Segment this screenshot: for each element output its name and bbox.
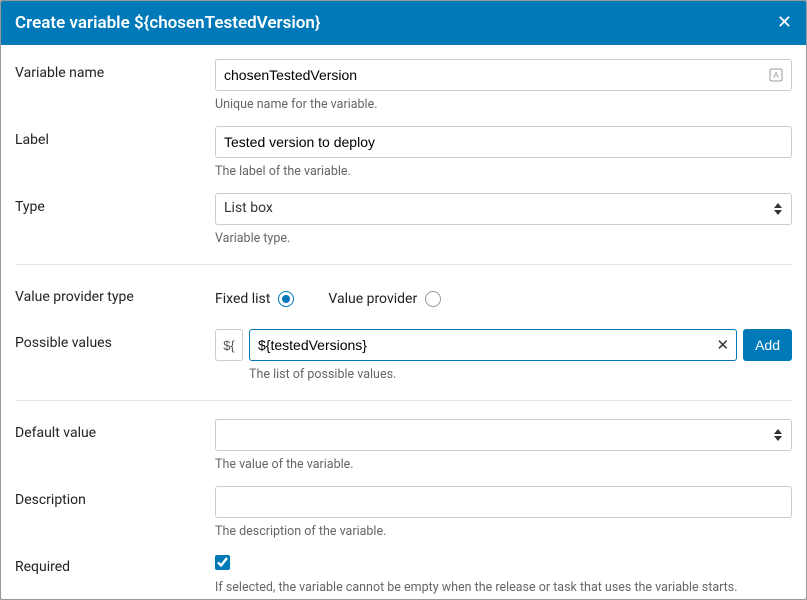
field-required: If selected, the variable cannot be empt… (215, 553, 792, 595)
radio-fixed-list[interactable]: Fixed list (215, 291, 294, 307)
possible-values-controls: ${ ✕ Add (215, 329, 792, 361)
field-description: The description of the variable. (215, 486, 792, 539)
dialog-title-bar: Create variable ${chosenTestedVersion} ✕ (1, 1, 806, 45)
possible-values-input-wrap: ✕ (249, 329, 737, 361)
label-required: Required (15, 553, 215, 595)
default-value-select[interactable] (215, 419, 792, 451)
row-required: Required If selected, the variable canno… (15, 553, 792, 595)
help-label: The label of the variable. (215, 164, 792, 179)
type-select[interactable]: List box (215, 193, 792, 225)
field-possible-values: ${ ✕ Add The list of possible values. (215, 329, 792, 382)
type-select-wrap: List box (215, 193, 792, 225)
label-type: Type (15, 193, 215, 246)
row-default-value: Default value The value of the variable. (15, 419, 792, 472)
dialog-content[interactable]: Variable name A Unique name for the vari… (1, 45, 806, 599)
add-value-button[interactable]: Add (743, 329, 792, 361)
radio-group-provider-type: Fixed list Value provider (215, 283, 792, 315)
label-value-provider-type: Value provider type (15, 283, 215, 315)
separator-1 (15, 264, 792, 265)
row-label: Label The label of the variable. (15, 126, 792, 179)
help-possible-values: The list of possible values. (249, 367, 792, 382)
row-variable-name: Variable name A Unique name for the vari… (15, 59, 792, 112)
radio-checked-icon (278, 291, 294, 307)
row-value-provider-type: Value provider type Fixed list Value pro… (15, 283, 792, 315)
variable-name-input-wrap: A (215, 59, 792, 91)
default-value-select-wrap (215, 419, 792, 451)
field-variable-name: A Unique name for the variable. (215, 59, 792, 112)
label-default-value: Default value (15, 419, 215, 472)
label-description: Description (15, 486, 215, 539)
label-input[interactable] (215, 126, 792, 158)
create-variable-dialog: Create variable ${chosenTestedVersion} ✕… (0, 0, 807, 600)
row-possible-values: Possible values ${ ✕ Add The list of pos… (15, 329, 792, 382)
field-type: List box Variable type. (215, 193, 792, 246)
separator-2 (15, 400, 792, 401)
help-type: Variable type. (215, 231, 792, 246)
label-possible-values: Possible values (15, 329, 215, 382)
description-input[interactable] (215, 486, 792, 518)
help-default-value: The value of the variable. (215, 457, 792, 472)
insert-variable-button[interactable]: ${ (215, 329, 243, 361)
radio-unchecked-icon (425, 291, 441, 307)
row-description: Description The description of the varia… (15, 486, 792, 539)
field-label: The label of the variable. (215, 126, 792, 179)
radio-value-provider[interactable]: Value provider (328, 291, 441, 307)
clear-icon[interactable]: ✕ (717, 336, 730, 354)
dialog-title: Create variable ${chosenTestedVersion} (15, 13, 321, 33)
help-required: If selected, the variable cannot be empt… (215, 580, 792, 595)
field-default-value: The value of the variable. (215, 419, 792, 472)
label-variable-name: Variable name (15, 59, 215, 112)
radio-fixed-list-label: Fixed list (215, 291, 270, 307)
required-checkbox[interactable] (215, 555, 230, 570)
variable-name-input[interactable] (215, 59, 792, 91)
radio-value-provider-label: Value provider (328, 291, 417, 307)
possible-values-input[interactable] (249, 329, 737, 361)
close-icon[interactable]: ✕ (777, 14, 792, 32)
field-value-provider-type: Fixed list Value provider (215, 283, 792, 315)
label-label: Label (15, 126, 215, 179)
help-description: The description of the variable. (215, 524, 792, 539)
help-variable-name: Unique name for the variable. (215, 97, 792, 112)
row-type: Type List box Variable type. (15, 193, 792, 246)
